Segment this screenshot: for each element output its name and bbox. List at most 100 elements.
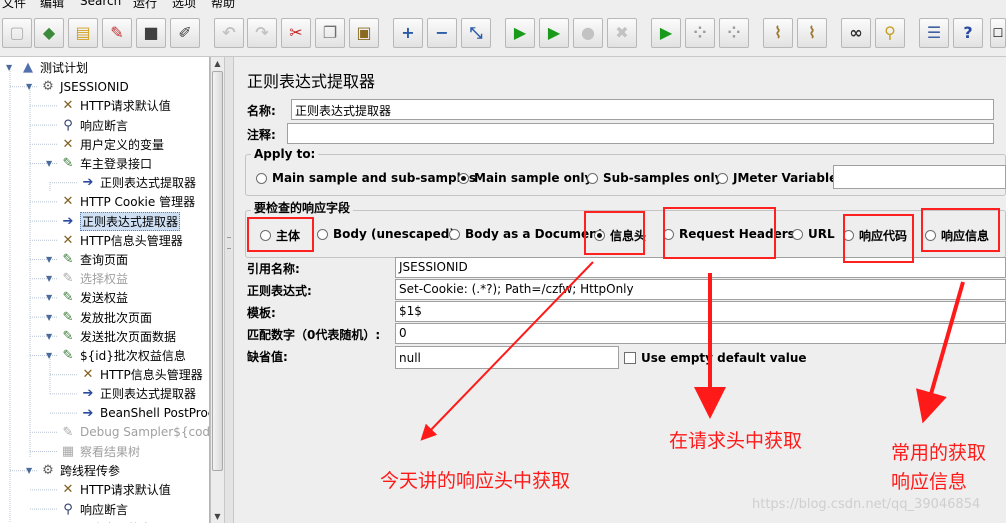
- comment-field[interactable]: [287, 123, 994, 144]
- tree-node[interactable]: ✎ 发放批次页面: [60, 308, 152, 327]
- reference-name-field[interactable]: JSESSIONID: [395, 257, 1006, 278]
- expand-toggle-icon[interactable]: ▼: [46, 293, 52, 302]
- tree-node[interactable]: ⚙ 跨线程传参: [40, 461, 120, 480]
- tree-node[interactable]: ✕ HTTP请求默认值: [60, 96, 171, 115]
- scroll-up-icon[interactable]: ▲: [211, 57, 224, 70]
- tree-node-label: 响应断言: [80, 118, 129, 133]
- tree-node[interactable]: ✕ HTTP信息头管理器: [60, 231, 183, 250]
- field-url-radio[interactable]: URL: [792, 227, 835, 241]
- highlight-request-headers: [663, 207, 776, 259]
- remote-stop-button[interactable]: ⁘: [685, 18, 715, 48]
- tree-scrollbar[interactable]: ▲ ▼: [210, 57, 224, 523]
- open-button[interactable]: ▤: [68, 18, 98, 48]
- plan-icon: ▲: [23, 60, 33, 75]
- close-button[interactable]: ✎: [102, 18, 132, 48]
- expand-toggle-icon[interactable]: ▼: [6, 63, 12, 72]
- expand-toggle-icon[interactable]: ▼: [46, 313, 52, 322]
- start-no-pause-button[interactable]: ▶: [539, 18, 569, 48]
- undo-button[interactable]: ↶: [214, 18, 244, 48]
- tree-node[interactable]: ▦ 察看结果树: [60, 442, 140, 461]
- field-body-unescaped-radio[interactable]: Body (unescaped): [317, 227, 455, 241]
- tree-node[interactable]: ✎ 选择权益: [60, 269, 128, 288]
- jmeter-window: 文件 编辑 Search 运行 选项 帮助 ▢ ◆ ▤ ✎ ■ ✐ ↶ ↷ ✂ ❐ ▣ + − ⤡ ▶ ▶ ● ✖…: [0, 0, 1006, 523]
- tree-node[interactable]: ➔ BeanShell PostProc: [80, 404, 209, 423]
- tree-node[interactable]: ✎ Debug Sampler${code}: [60, 423, 209, 442]
- save-button[interactable]: ■: [136, 18, 166, 48]
- expand-toggle-icon[interactable]: ▼: [46, 255, 52, 264]
- tree-node[interactable]: ▲ 测试计划: [20, 58, 88, 77]
- templates-button[interactable]: ◆: [34, 18, 64, 48]
- search-button[interactable]: ∞: [841, 18, 871, 48]
- tree-node[interactable]: ✎ 发送权益: [60, 288, 128, 307]
- cut-button[interactable]: ✂: [281, 18, 311, 48]
- menu-search[interactable]: Search: [80, 0, 121, 8]
- config-icon: ✕: [62, 98, 74, 114]
- field-to-check-title: 要检查的响应字段: [251, 199, 354, 216]
- tree-node[interactable]: ⚲ 响应断言: [60, 500, 128, 519]
- tree-node[interactable]: ➔ 正则表达式提取器: [60, 211, 181, 231]
- collapse-button[interactable]: −: [427, 18, 457, 48]
- stop-button[interactable]: ●: [573, 18, 603, 48]
- listener-icon: ▦: [61, 444, 75, 459]
- clear-all-button[interactable]: ⌇: [797, 18, 827, 48]
- highlight-body: [247, 217, 314, 252]
- apply-sub-only-radio[interactable]: Sub-samples only: [587, 171, 722, 185]
- jmeter-variable-field[interactable]: [833, 165, 1006, 189]
- scroll-down-icon[interactable]: ▼: [211, 510, 224, 523]
- tree-node[interactable]: ⚙ JSESSIONID: [40, 77, 129, 96]
- match-no-field[interactable]: 0: [395, 323, 1006, 344]
- shutdown-button[interactable]: ✖: [607, 18, 637, 48]
- tree-node[interactable]: ➔ 正则表达式提取器: [80, 173, 196, 192]
- copy-button[interactable]: ❐: [315, 18, 345, 48]
- start-button[interactable]: ▶: [505, 18, 535, 48]
- tree-node[interactable]: ✕ HTTP信息头管理器: [80, 365, 203, 384]
- tree-node[interactable]: ✕用户定义的变量: [60, 135, 164, 154]
- apply-main-only-radio[interactable]: Main sample only: [458, 171, 592, 185]
- reset-search-button[interactable]: ⚲: [875, 18, 905, 48]
- name-field[interactable]: 正则表达式提取器: [291, 99, 994, 120]
- search-icon: ∞: [849, 23, 863, 42]
- paste-button[interactable]: ▣: [349, 18, 379, 48]
- expand-toggle-icon[interactable]: ▼: [26, 82, 32, 91]
- remote-start-button[interactable]: ▶: [651, 18, 681, 48]
- expand-toggle-icon[interactable]: ▼: [46, 351, 52, 360]
- function-helper-button[interactable]: ☰: [919, 18, 949, 48]
- tree-node[interactable]: ✎ ${id}批次权益信息: [60, 346, 186, 365]
- tree-node[interactable]: ✎ 车主登录接口: [60, 154, 152, 173]
- split-pane-divider[interactable]: [224, 57, 234, 523]
- tree-node[interactable]: ✕用户定义的变量: [60, 519, 164, 523]
- apply-main-and-sub-radio[interactable]: Main sample and sub-samples: [256, 171, 476, 185]
- expand-toggle-icon[interactable]: ▼: [46, 332, 52, 341]
- tree-node[interactable]: ✎ 发送批次页面数据: [60, 327, 176, 346]
- expand-toggle-icon[interactable]: ▼: [46, 159, 52, 168]
- apply-jmeter-variable-radio[interactable]: JMeter Variable: [717, 171, 837, 185]
- paste-icon: ▣: [356, 23, 372, 42]
- help-button[interactable]: ?: [953, 18, 983, 48]
- sampler-icon: ✎: [62, 271, 74, 287]
- redo-button[interactable]: ↷: [247, 18, 277, 48]
- expand-button[interactable]: +: [393, 18, 423, 48]
- field-body-as-document-radio[interactable]: Body as a Document: [449, 227, 603, 241]
- clear-button[interactable]: ⌇: [763, 18, 793, 48]
- test-plan-tree[interactable]: ▲ 测试计划 ▼ ⚙ JSESSIONID ▼ ✕ HTTP请求默认值 ⚲ 响应断言 ✕ 用户定义的变…: [0, 57, 210, 523]
- scroll-thumb[interactable]: [212, 71, 223, 471]
- expand-toggle-icon[interactable]: ▼: [26, 466, 32, 475]
- overflow-button[interactable]: ☐: [990, 18, 1006, 48]
- tree-node[interactable]: ✎ 查询页面: [60, 250, 128, 269]
- default-value-field[interactable]: null: [395, 346, 619, 369]
- regex-field[interactable]: Set-Cookie: (.*?); Path=/czfw; HttpOnly: [395, 279, 1006, 300]
- new-button[interactable]: ▢: [2, 18, 32, 48]
- expand-toggle-icon[interactable]: ▼: [46, 274, 52, 283]
- tree-node[interactable]: ➔ 正则表达式提取器: [80, 384, 196, 403]
- use-empty-default-checkbox[interactable]: Use empty default value: [624, 351, 807, 365]
- tree-node[interactable]: ✕ HTTP请求默认值: [60, 480, 171, 499]
- highlight-headers: [584, 211, 645, 255]
- toggle-button[interactable]: ⤡: [461, 18, 491, 48]
- tree-node[interactable]: ⚲ 响应断言: [60, 116, 128, 135]
- template-field[interactable]: $1$: [395, 301, 1006, 322]
- menu-bar: 文件 编辑 Search 运行 选项 帮助: [0, 0, 1006, 10]
- template-label: 模板:: [247, 306, 276, 320]
- remote-shutdown-button[interactable]: ⁘: [719, 18, 749, 48]
- save-as-button[interactable]: ✐: [170, 18, 200, 48]
- tree-node[interactable]: ✕ HTTP Cookie 管理器: [60, 192, 196, 211]
